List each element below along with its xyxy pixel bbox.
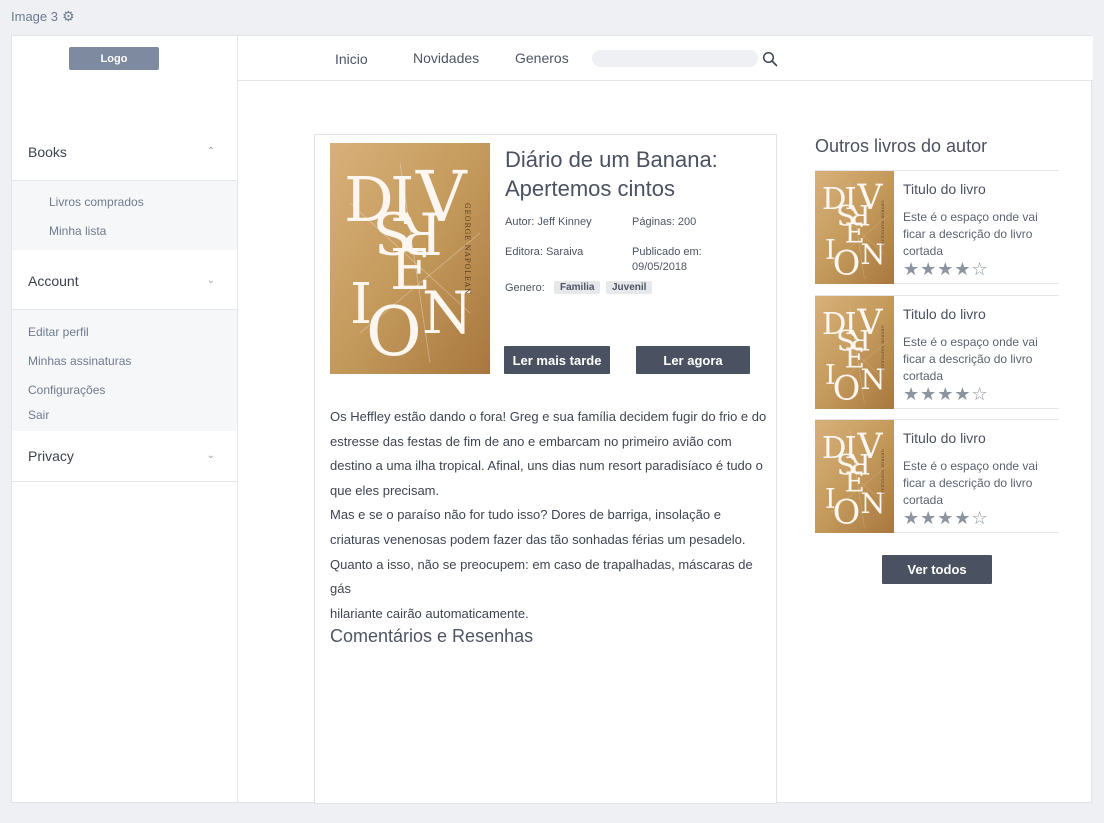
sidebar-books-submenu: Livros comprados Minha lista (12, 181, 237, 250)
book-genre-label: Genero: (505, 282, 545, 294)
cover-author-text: GEORGE NAPOLEAN (881, 200, 885, 245)
cover-letter: O (833, 369, 861, 408)
other-book-item[interactable]: D I V S R E I O N GEORGE NAPOLEAN Titulo do livro… (815, 295, 1059, 409)
sidebar-account-submenu: Editar perfil Minhas assinaturas Configu… (12, 310, 237, 431)
search-icon[interactable] (762, 51, 778, 67)
sidebar-item-minhas-assinaturas[interactable]: Minhas assinaturas (28, 354, 131, 368)
cover-author-text: GEORGE NAPOLEAN (463, 203, 471, 295)
read-later-button[interactable]: Ler mais tarde (504, 346, 610, 374)
cover-author-text: GEORGE NAPOLEAN (881, 325, 885, 370)
sidebar-item-livros-comprados[interactable]: Livros comprados (49, 195, 144, 209)
book-cover[interactable]: D I V S R E I O N GEORGE NAPOLEAN (330, 143, 490, 374)
other-book-desc: Este é o espaço onde vai ficar a descriç… (903, 459, 1038, 507)
other-book-desc: Este é o espaço onde vai ficar a descriç… (903, 335, 1038, 383)
book-published-date: 09/05/2018 (632, 261, 688, 273)
sidebar-section-books[interactable]: Books ⌃ (12, 123, 237, 181)
sidebar: Logo Books ⌃ Livros comprados Minha list… (12, 36, 238, 802)
cover-letter: O (833, 493, 861, 532)
other-book-item[interactable]: D I V S R E I O N GEORGE NAPOLEAN Titulo do livro… (815, 419, 1059, 533)
sidebar-section-account[interactable]: Account ⌄ (12, 252, 237, 310)
window-label: Image 3 ⚙ (11, 8, 75, 25)
top-nav: Inicio Novidades Generos (238, 36, 1093, 81)
book-thumbnail[interactable]: D I V S R E I O N GEORGE NAPOLEAN (815, 420, 894, 533)
read-now-button[interactable]: Ler agora (636, 346, 750, 374)
genre-tag[interactable]: Juvenil (606, 281, 653, 294)
book-author: Autor: Jeff Kinney (505, 216, 592, 228)
book-description: Os Heffley estão dando o fora! Greg e su… (330, 409, 767, 621)
other-books-title: Outros livros do autor (815, 136, 988, 156)
book-detail-card: D I V S R E I O N GEORGE NAPOLEAN Diário de um Ba… (314, 134, 777, 804)
chevron-up-icon: ⌃ (206, 146, 215, 157)
gear-icon[interactable]: ⚙ (62, 8, 75, 25)
comments-title: Comentários e Resenhas (330, 626, 534, 646)
app-frame: Logo Books ⌃ Livros comprados Minha list… (11, 35, 1093, 804)
chevron-down-icon: ⌄ (206, 450, 215, 461)
sidebar-section-privacy[interactable]: Privacy ⌄ (12, 430, 237, 482)
book-published: Publicado em: 09/05/2018 (632, 245, 702, 275)
search-input[interactable] (592, 50, 758, 67)
cover-author-text: GEORGE NAPOLEAN (881, 449, 885, 494)
book-publisher: Editora: Saraiva (505, 246, 584, 258)
sidebar-item-minha-lista[interactable]: Minha lista (49, 224, 106, 238)
logo[interactable]: Logo (69, 47, 159, 70)
nav-link-inicio[interactable]: Inicio (335, 51, 368, 67)
window-label-text: Image 3 (11, 9, 58, 24)
chevron-down-icon: ⌄ (206, 275, 215, 286)
see-all-button[interactable]: Ver todos (882, 555, 992, 584)
sidebar-item-editar-perfil[interactable]: Editar perfil (28, 325, 89, 339)
nav-link-generos[interactable]: Generos (515, 50, 569, 66)
rating-stars: ★★★★☆ (903, 384, 989, 404)
book-thumbnail[interactable]: D I V S R E I O N GEORGE NAPOLEAN (815, 296, 894, 409)
cover-letter: O (833, 244, 861, 283)
sidebar-section-label: Privacy (28, 447, 74, 464)
other-book-title[interactable]: Titulo do livro (903, 306, 986, 322)
rating-stars: ★★★★☆ (903, 508, 989, 528)
sidebar-section-label: Account (28, 272, 79, 289)
other-book-item[interactable]: D I V S R E I O N GEORGE NAPOLEAN Titulo do livro… (815, 170, 1059, 284)
nav-link-novidades[interactable]: Novidades (413, 50, 479, 66)
sidebar-item-configuracoes[interactable]: Configurações (28, 383, 105, 397)
sidebar-section-label: Books (28, 143, 67, 160)
rating-stars: ★★★★☆ (903, 259, 989, 279)
genre-tag[interactable]: Familia (554, 281, 601, 294)
book-published-label: Publicado em: (632, 246, 702, 258)
book-title: Diário de um Banana: Apertemos cintos (505, 147, 718, 201)
other-book-desc: Este é o espaço onde vai ficar a descriç… (903, 210, 1038, 258)
other-book-title[interactable]: Titulo do livro (903, 430, 986, 446)
book-pages: Páginas: 200 (632, 216, 697, 228)
sidebar-item-sair[interactable]: Sair (28, 408, 49, 422)
cover-letter: O (366, 293, 422, 372)
other-book-title[interactable]: Titulo do livro (903, 181, 986, 197)
book-thumbnail[interactable]: D I V S R E I O N GEORGE NAPOLEAN (815, 171, 894, 284)
